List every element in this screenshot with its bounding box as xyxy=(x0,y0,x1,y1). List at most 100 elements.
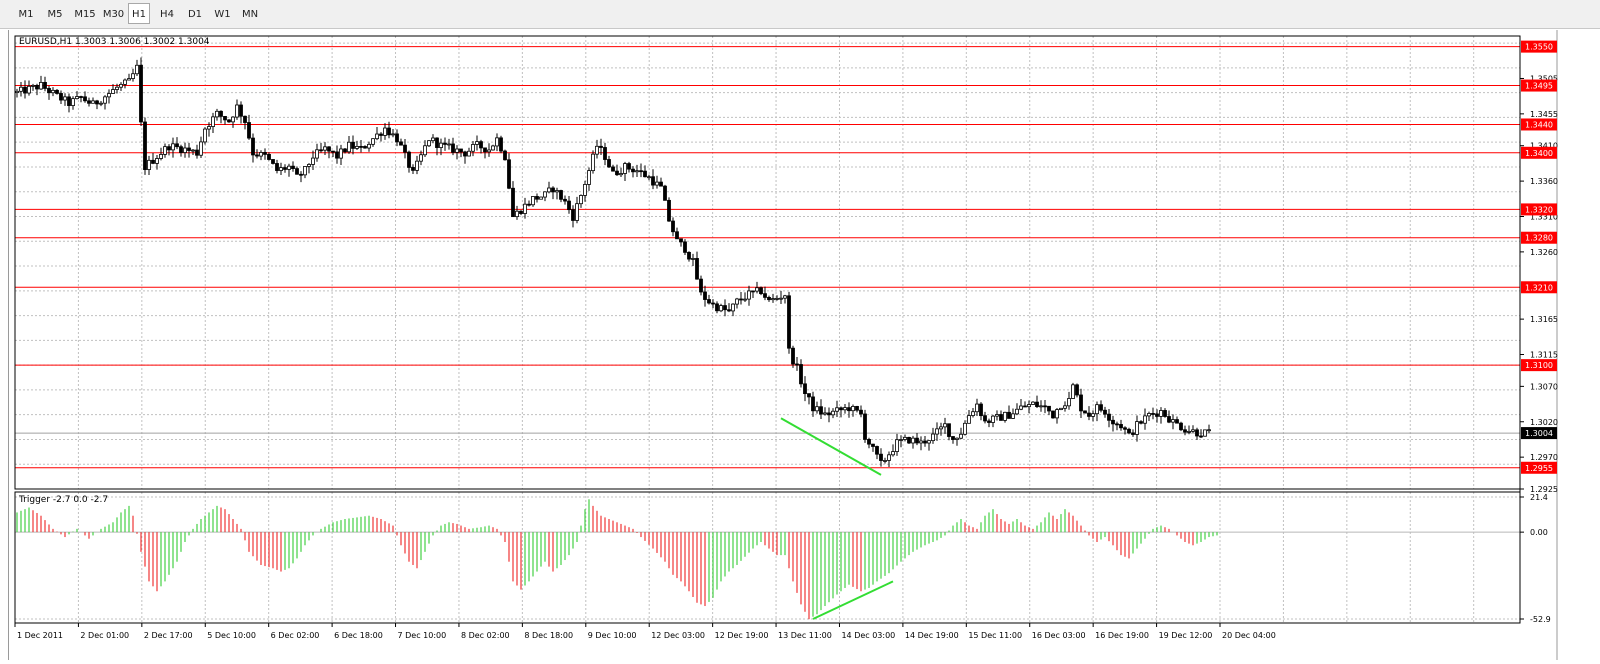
candle-body xyxy=(679,238,683,243)
candle-body xyxy=(531,196,535,206)
candle-body xyxy=(1079,394,1083,412)
candle-body xyxy=(287,165,291,170)
candle-body xyxy=(807,393,811,398)
level-tag-label: 1.3320 xyxy=(1525,205,1553,214)
candle-body xyxy=(183,147,187,153)
candle-body xyxy=(611,166,615,172)
candle-body xyxy=(1095,404,1099,415)
candle-body xyxy=(959,433,963,439)
candle-body xyxy=(647,176,651,179)
candle-body xyxy=(779,297,783,300)
candle-body xyxy=(543,191,547,198)
candle-body xyxy=(67,96,71,106)
level-tags: 1.3550 1.3495 1.3440 1.3400 1.3320 1.3280 1.32… xyxy=(1521,40,1557,474)
timeframe-m5-button[interactable]: M5 xyxy=(42,3,68,24)
candle-body xyxy=(827,412,831,416)
timeframe-h1-button[interactable]: H1 xyxy=(128,3,150,24)
candle-body xyxy=(279,167,283,171)
time-tick-label: 19 Dec 12:00 xyxy=(1159,631,1213,640)
candle-body xyxy=(231,116,235,123)
candle-body xyxy=(843,407,847,411)
candle-body xyxy=(819,406,823,415)
candle-body xyxy=(1203,429,1207,437)
candle-body xyxy=(979,403,983,417)
candle-body xyxy=(555,190,559,193)
candle-body xyxy=(511,187,515,218)
candle-body xyxy=(1059,407,1063,411)
candle-body xyxy=(423,145,427,156)
candle-body xyxy=(743,298,747,301)
candle-body xyxy=(547,187,551,193)
level-tag-label: 1.2955 xyxy=(1525,464,1553,473)
candle-body xyxy=(783,295,787,299)
candle-body xyxy=(915,437,919,444)
chart-canvas[interactable]: 1.35051.34551.34101.33601.33101.32601.31… xyxy=(9,30,1600,660)
candle-body xyxy=(615,170,619,176)
candle-body xyxy=(371,138,375,145)
candle-body xyxy=(1007,411,1011,419)
timeframe-h4-button[interactable]: H4 xyxy=(155,3,179,24)
candle-body xyxy=(991,415,995,423)
timeframe-w1-button[interactable]: W1 xyxy=(211,3,234,24)
candle-body xyxy=(1067,398,1071,407)
timeframe-d1-button[interactable]: D1 xyxy=(183,3,207,24)
candle-body xyxy=(1083,410,1087,414)
timeframe-m15-button[interactable]: M15 xyxy=(71,3,99,24)
candle-body xyxy=(27,85,31,94)
candle-body xyxy=(935,428,939,435)
candle-body xyxy=(523,203,527,214)
time-tick-label: 5 Dec 10:00 xyxy=(207,631,256,640)
candle-body xyxy=(199,141,203,156)
timeframe-m1-button[interactable]: M1 xyxy=(14,3,38,24)
candle-body xyxy=(527,203,531,206)
candle-body xyxy=(1023,405,1027,408)
candle-body xyxy=(911,437,915,444)
time-tick-label: 16 Dec 19:00 xyxy=(1095,631,1149,640)
time-tick-label: 14 Dec 19:00 xyxy=(905,631,959,640)
candle-body xyxy=(127,78,131,81)
candle-body xyxy=(659,181,663,187)
candle-body xyxy=(735,298,739,305)
candle-body xyxy=(111,89,115,94)
candle-body xyxy=(123,79,127,85)
candle-body xyxy=(1051,410,1055,419)
candle-body xyxy=(391,133,395,136)
candle-body xyxy=(751,290,755,293)
candle-body xyxy=(631,168,635,173)
candle-body xyxy=(687,251,691,260)
trigger-histogram xyxy=(16,499,1218,620)
level-tag-label: 1.3495 xyxy=(1525,82,1553,91)
candle-body xyxy=(699,278,703,293)
candle-body xyxy=(451,143,455,153)
candle-body xyxy=(419,154,423,162)
candle-body xyxy=(607,159,611,168)
candle-body xyxy=(1131,432,1135,435)
candle-body xyxy=(1175,419,1179,424)
candle-body xyxy=(1099,404,1103,411)
level-tag-label: 1.3400 xyxy=(1525,149,1553,158)
candle-body xyxy=(855,406,859,411)
time-tick-label: 12 Dec 19:00 xyxy=(715,631,769,640)
chart-window[interactable]: 1.3505 1.3455 1.3410 1.3360 1.3310 1.3260 1.31… xyxy=(8,30,1600,660)
candle-body xyxy=(887,454,891,461)
candle-body xyxy=(583,184,587,196)
candle-body xyxy=(883,460,887,462)
candle-body xyxy=(223,115,227,121)
price-tick-label: 1.3070 xyxy=(1530,382,1558,391)
timeframe-m30-button[interactable]: M30 xyxy=(101,3,126,24)
candle-body xyxy=(579,195,583,205)
candle-body xyxy=(1187,430,1191,433)
candle-body xyxy=(327,146,331,152)
candle-body xyxy=(19,86,23,92)
candle-body xyxy=(107,93,111,98)
candle-body xyxy=(1167,416,1171,423)
level-tag-label: 1.3550 xyxy=(1525,43,1553,52)
candle-body xyxy=(1011,413,1015,419)
candle-body xyxy=(491,145,495,151)
candle-body xyxy=(355,145,359,149)
candle-body xyxy=(383,127,387,136)
candle-body xyxy=(535,196,539,200)
price-tick-label: 1.3165 xyxy=(1530,315,1558,324)
timeframe-mn-button[interactable]: MN xyxy=(238,3,262,24)
candle-body xyxy=(655,181,659,186)
